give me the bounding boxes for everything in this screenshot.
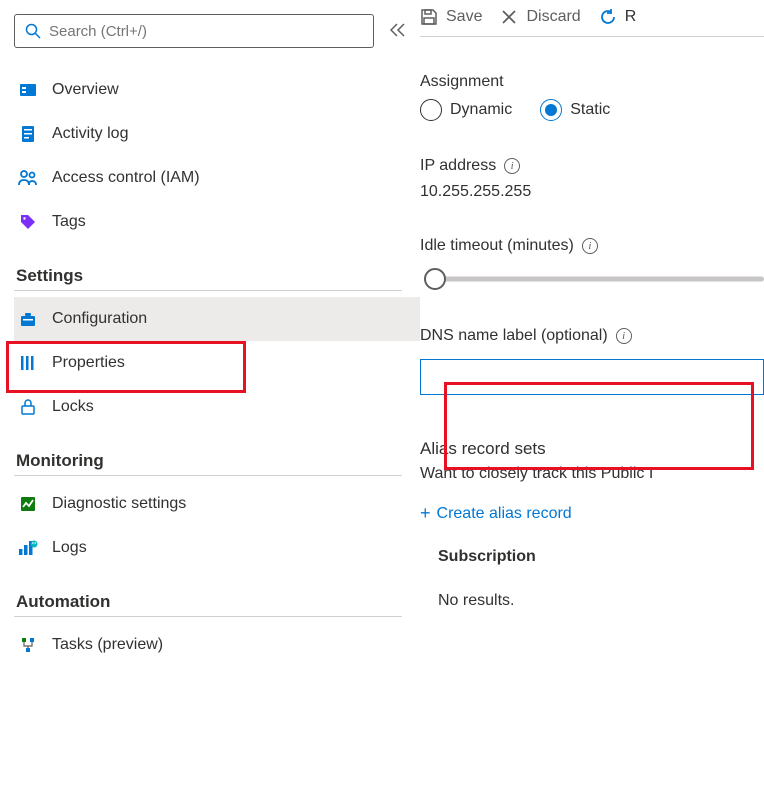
assignment-dynamic-radio[interactable]: Dynamic — [420, 99, 512, 121]
diag-icon — [18, 494, 38, 514]
nav-label: Tasks (preview) — [52, 636, 163, 654]
radio-icon — [540, 99, 562, 121]
info-icon[interactable]: i — [504, 158, 520, 174]
dns-label: DNS name label (optional) i — [420, 327, 764, 345]
log-icon — [18, 124, 38, 144]
slider-thumb[interactable] — [424, 268, 446, 290]
nav-logs[interactable]: Logs — [14, 526, 420, 570]
section-automation: Automation — [14, 570, 402, 617]
overview-icon — [18, 80, 38, 100]
chevron-double-left-icon — [390, 23, 406, 37]
props-icon — [18, 353, 38, 373]
info-icon[interactable]: i — [616, 328, 632, 344]
info-icon[interactable]: i — [582, 238, 598, 254]
lock-icon — [18, 397, 38, 417]
ip-label: IP address i — [420, 157, 764, 175]
nav-properties[interactable]: Properties — [14, 341, 420, 385]
idle-timeout-label: Idle timeout (minutes) i — [420, 237, 764, 255]
nav-access-control[interactable]: Access control (IAM) — [14, 156, 420, 200]
nav-locks[interactable]: Locks — [14, 385, 420, 429]
nav-label: Overview — [52, 81, 119, 99]
refresh-icon — [599, 8, 617, 26]
dns-name-input[interactable] — [420, 359, 764, 395]
nav-label: Logs — [52, 539, 87, 557]
iam-icon — [18, 168, 38, 188]
create-alias-record-link[interactable]: + Create alias record — [420, 503, 764, 524]
tag-icon — [18, 212, 38, 232]
section-settings: Settings — [14, 244, 402, 291]
nav-tasks[interactable]: Tasks (preview) — [14, 623, 420, 667]
nav-label: Tags — [52, 213, 86, 231]
alias-header: Alias record sets — [420, 439, 764, 459]
nav-label: Diagnostic settings — [52, 495, 186, 513]
discard-label: Discard — [526, 8, 580, 26]
section-monitoring: Monitoring — [14, 429, 402, 476]
idle-timeout-slider[interactable] — [420, 267, 764, 291]
save-button[interactable]: Save — [420, 8, 482, 26]
ip-value: 10.255.255.255 — [420, 183, 764, 201]
save-label: Save — [446, 8, 482, 26]
nav-label: Activity log — [52, 125, 128, 143]
search-box[interactable] — [14, 14, 374, 48]
discard-icon — [500, 8, 518, 26]
nav-label: Locks — [52, 398, 94, 416]
config-icon — [18, 309, 38, 329]
discard-button[interactable]: Discard — [500, 8, 580, 26]
search-icon — [25, 23, 41, 39]
refresh-button[interactable]: R — [599, 8, 637, 26]
tasks-icon — [18, 635, 38, 655]
radio-icon — [420, 99, 442, 121]
create-alias-label: Create alias record — [437, 505, 572, 523]
subscription-title: Subscription — [438, 548, 764, 566]
nav-activity-log[interactable]: Activity log — [14, 112, 420, 156]
alias-description: Want to closely track this Public I — [420, 465, 764, 483]
subscription-no-results: No results. — [438, 592, 764, 610]
assignment-label: Assignment — [420, 73, 764, 91]
nav-label: Access control (IAM) — [52, 169, 200, 187]
toolbar: Save Discard R — [420, 8, 764, 37]
nav-label: Properties — [52, 354, 125, 372]
logs-icon — [18, 538, 38, 558]
nav-tags[interactable]: Tags — [14, 200, 420, 244]
radio-label: Dynamic — [450, 101, 512, 119]
plus-icon: + — [420, 503, 431, 524]
radio-label: Static — [570, 101, 610, 119]
collapse-sidebar-button[interactable] — [386, 19, 410, 44]
nav-label: Configuration — [52, 310, 147, 328]
slider-track — [434, 277, 764, 282]
nav-configuration[interactable]: Configuration — [14, 297, 420, 341]
search-input[interactable] — [49, 23, 363, 40]
refresh-label: R — [625, 8, 637, 26]
nav-overview[interactable]: Overview — [14, 68, 420, 112]
assignment-static-radio[interactable]: Static — [540, 99, 610, 121]
save-icon — [420, 8, 438, 26]
nav-diagnostic-settings[interactable]: Diagnostic settings — [14, 482, 420, 526]
